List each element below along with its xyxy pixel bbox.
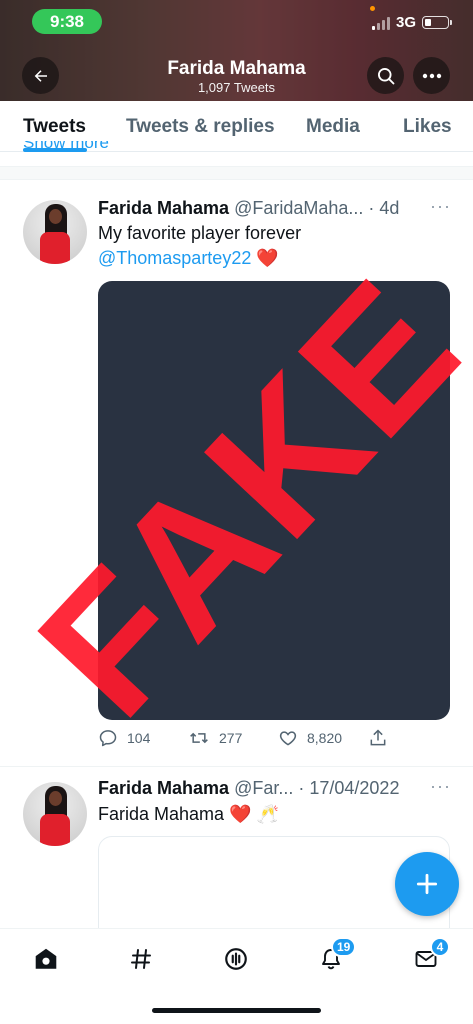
more-options-button[interactable]: [413, 57, 450, 94]
retweet-icon: [190, 732, 208, 744]
home-indicator[interactable]: [152, 1008, 321, 1013]
avatar[interactable]: [23, 200, 87, 264]
notifications-badge: 19: [331, 937, 357, 957]
tweet-author-name[interactable]: Farida Mahama: [98, 198, 229, 218]
section-separator: [0, 166, 473, 180]
home-icon: [35, 948, 57, 969]
tweet-author-handle: @FaridaMaha...: [234, 198, 364, 218]
tweet-time: · 4d: [368, 198, 400, 218]
tweet-actions: 104 277 8,820: [0, 728, 473, 754]
tweet-more-button[interactable]: ···: [430, 196, 451, 217]
nav-spaces[interactable]: [222, 945, 250, 973]
like-button[interactable]: 8,820: [278, 728, 342, 748]
share-icon: [370, 729, 386, 746]
status-time: 9:38: [32, 9, 102, 34]
tab-likes[interactable]: Likes: [403, 116, 452, 138]
tweet-text: Farida Mahama ❤️ 🥂: [98, 804, 279, 824]
search-icon: [377, 67, 394, 84]
messages-badge: 4: [430, 937, 450, 957]
tweet-author-handle: @Far...: [234, 778, 294, 798]
nav-explore[interactable]: [127, 945, 155, 973]
tweet-more-button[interactable]: ···: [430, 776, 451, 797]
compose-plus-icon: [416, 873, 438, 895]
retweet-count: 277: [219, 730, 243, 746]
profile-header: 9:38 3G Farida Mahama 1,097 Tweets: [0, 0, 473, 101]
tweet-author-name[interactable]: Farida Mahama: [98, 778, 229, 798]
hashtag-icon: [131, 949, 151, 969]
nav-home[interactable]: [32, 945, 60, 973]
signal-icon: [371, 16, 390, 30]
tweet-time: · 17/04/2022: [298, 778, 400, 798]
like-icon: [279, 731, 297, 746]
tweet-mention-link[interactable]: @Thomaspartey22: [98, 248, 251, 268]
avatar[interactable]: [23, 782, 87, 846]
status-indicators: 3G: [371, 14, 452, 31]
tweet-text-line2: @Thomaspartey22 ❤️: [98, 246, 279, 271]
emoji: ❤️ 🥂: [229, 804, 279, 824]
retweet-button[interactable]: 277: [188, 728, 242, 748]
spaces-icon: [225, 948, 247, 970]
reply-icon: [99, 730, 117, 747]
like-count: 8,820: [307, 730, 343, 746]
search-button[interactable]: [367, 57, 404, 94]
tweet-text: My favorite player forever: [98, 223, 302, 243]
network-type: 3G: [395, 14, 416, 31]
mic-indicator-icon: [370, 6, 375, 11]
share-button[interactable]: [368, 728, 388, 748]
tweet-header: Farida Mahama @FaridaMaha... · 4d: [98, 198, 399, 219]
battery-icon: [422, 16, 452, 29]
compose-tweet-button[interactable]: [395, 852, 459, 916]
tab-tweets-replies[interactable]: Tweets & replies: [126, 116, 275, 138]
tweet-divider: [0, 766, 473, 767]
heart-emoji: ❤️: [256, 248, 279, 268]
tweet-header: Farida Mahama @Far... · 17/04/2022: [98, 778, 399, 799]
tab-tweets[interactable]: Tweets: [23, 116, 86, 138]
tab-media[interactable]: Media: [306, 116, 360, 138]
more-icon: [422, 73, 441, 78]
show-more-link[interactable]: Show more: [23, 141, 143, 153]
